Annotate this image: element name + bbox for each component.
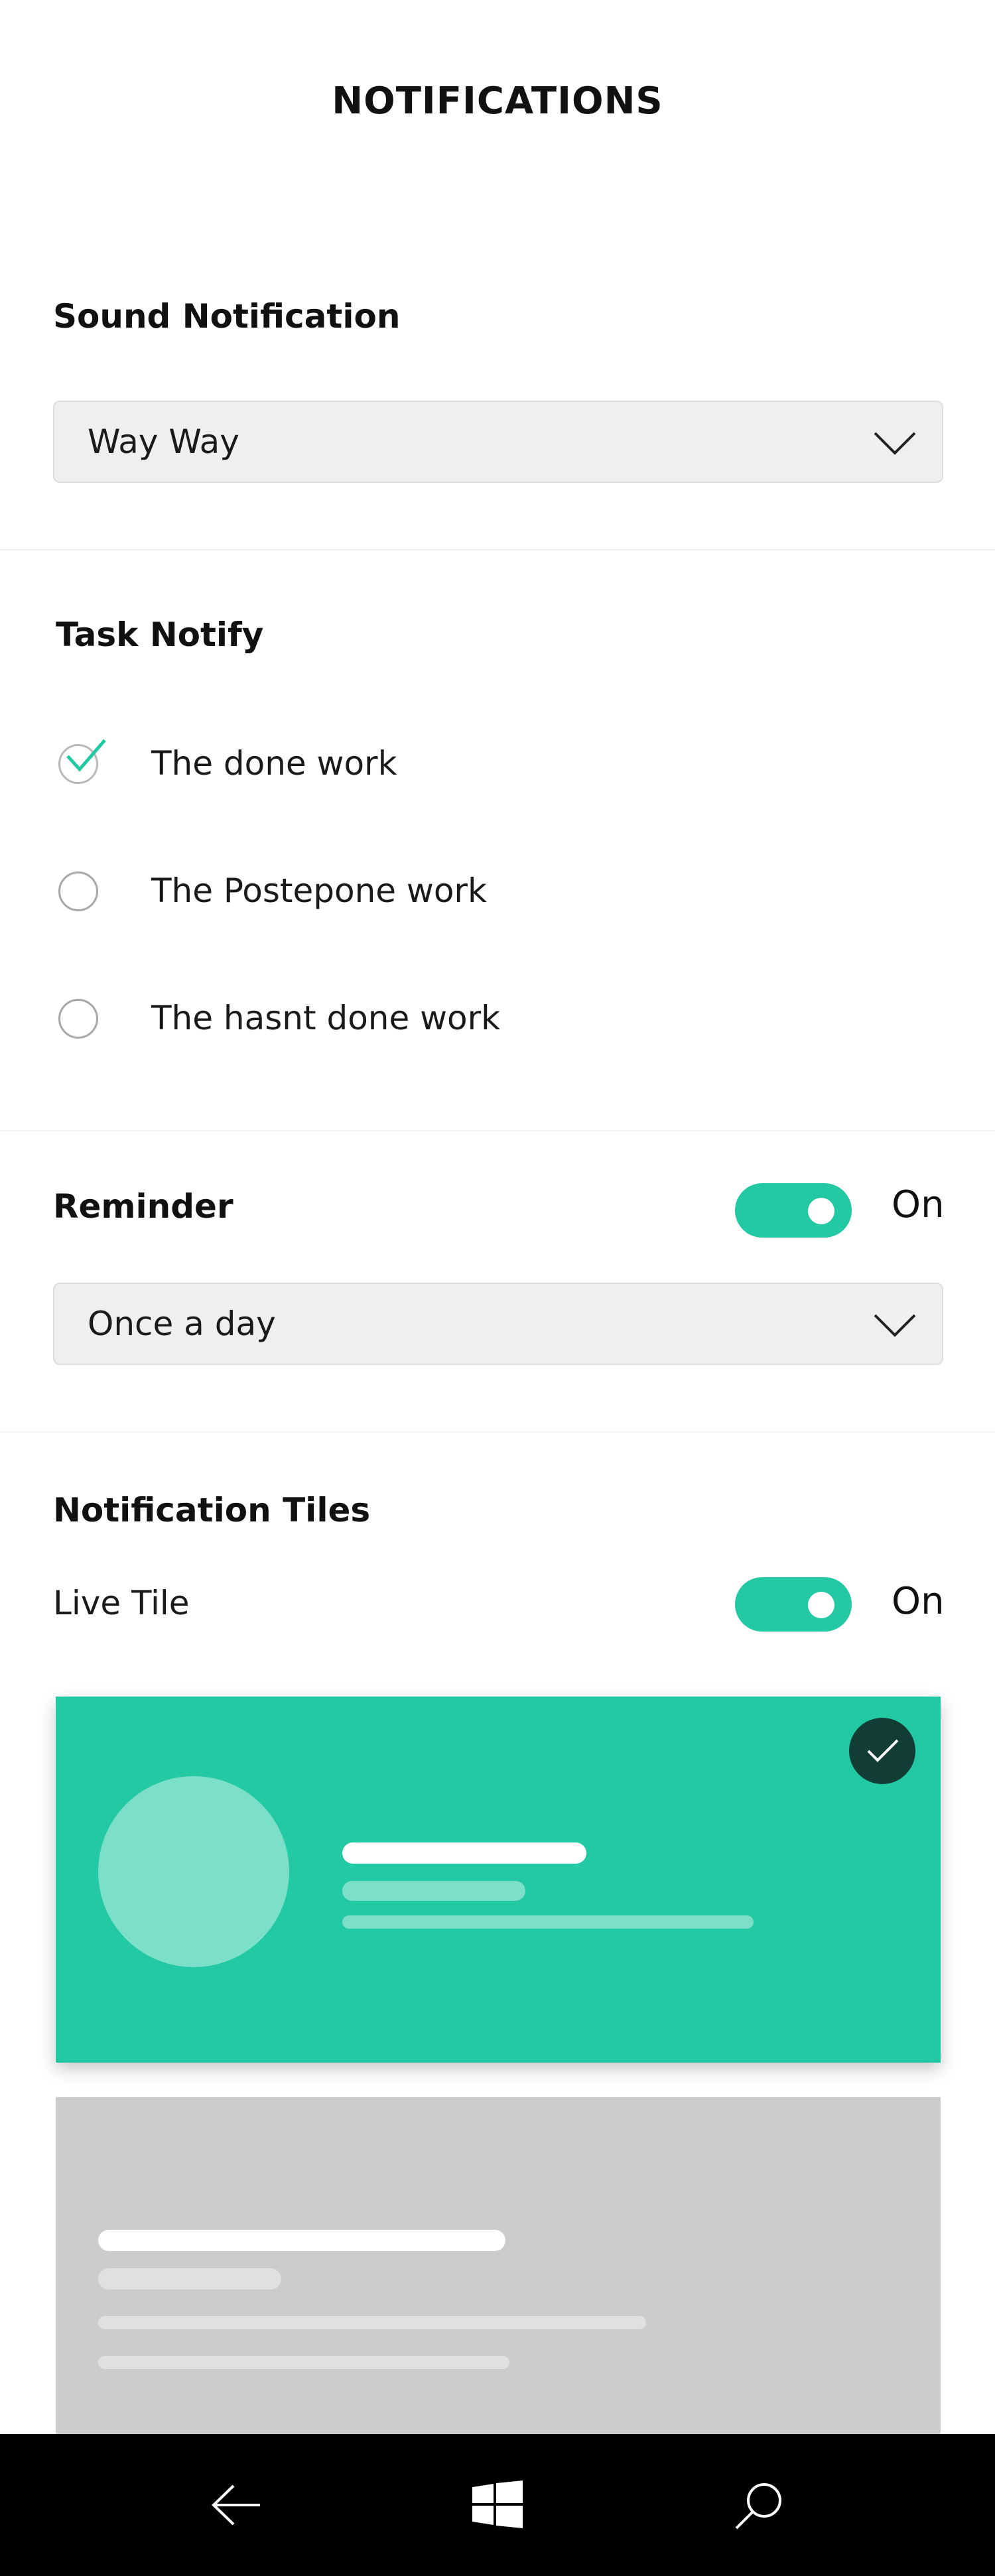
system-nav-bar	[0, 2434, 995, 2576]
text-placeholder-line	[98, 2230, 505, 2251]
text-placeholder-line	[98, 2356, 509, 2369]
radio-label-postpone-work: The Postepone work	[151, 871, 487, 910]
page-title: NOTIFICATIONS	[332, 80, 663, 123]
checkmark-icon	[867, 1739, 899, 1762]
avatar-placeholder	[98, 1776, 289, 1967]
text-placeholder-line	[98, 2268, 281, 2289]
chevron-down-icon	[874, 1314, 916, 1337]
live-tile-toggle[interactable]	[735, 1577, 852, 1632]
notification-tiles-label: Notification Tiles	[53, 1491, 371, 1529]
windows-logo-icon[interactable]	[472, 2480, 523, 2528]
tile-preview-selected[interactable]	[56, 1697, 941, 2063]
dropdown-value: Way Way	[88, 422, 239, 461]
reminder-toggle[interactable]	[735, 1183, 852, 1238]
section-divider	[0, 549, 995, 550]
radio-label-hasnt-done-work: The hasnt done work	[151, 999, 501, 1037]
task-notify-label: Task Notify	[56, 615, 264, 654]
selected-badge	[849, 1718, 915, 1784]
reminder-toggle-state: On	[892, 1183, 945, 1226]
chevron-down-icon	[874, 432, 916, 455]
dropdown-value: Once a day	[88, 1305, 276, 1343]
radio-postpone-work[interactable]	[56, 869, 103, 917]
text-placeholder-line	[342, 1842, 586, 1864]
live-tile-toggle-state: On	[892, 1580, 945, 1623]
sound-notification-label: Sound Notification	[53, 297, 401, 336]
section-divider	[0, 1431, 995, 1433]
radio-done-work[interactable]	[56, 739, 106, 789]
text-placeholder-line	[342, 1881, 525, 1901]
text-placeholder-line	[98, 2316, 646, 2329]
sound-notification-dropdown[interactable]: Way Way	[53, 401, 943, 483]
reminder-label: Reminder	[53, 1187, 233, 1226]
text-placeholder-line	[342, 1915, 754, 1929]
radio-hasnt-done-work[interactable]	[56, 996, 103, 1044]
section-divider	[0, 1130, 995, 1131]
search-icon[interactable]	[734, 2480, 784, 2531]
checkmark-icon	[66, 739, 106, 772]
live-tile-label: Live Tile	[53, 1584, 190, 1622]
back-arrow-icon[interactable]	[211, 2483, 261, 2527]
reminder-frequency-dropdown[interactable]: Once a day	[53, 1283, 943, 1365]
radio-label-done-work: The done work	[151, 744, 397, 783]
